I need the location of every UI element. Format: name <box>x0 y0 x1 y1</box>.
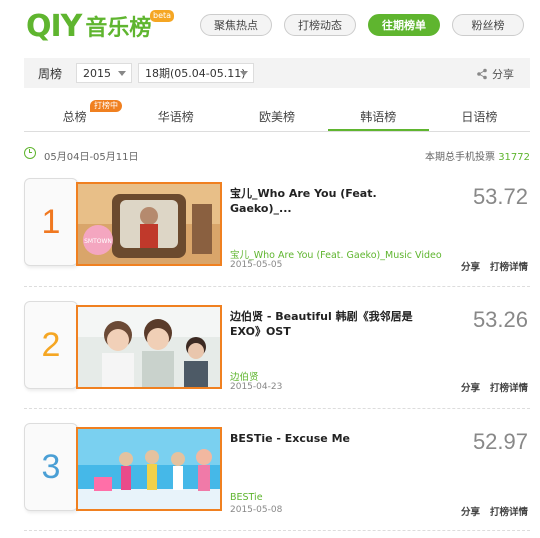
chart-entry: 1 SMTOWN 宝儿_Who Are You (Feat. Gaeko)_..… <box>24 174 530 284</box>
logo[interactable]: QIY 音乐榜 beta <box>26 8 175 44</box>
nav-past-charts[interactable]: 往期榜单 <box>368 14 440 36</box>
share-label: 分享 <box>492 68 514 81</box>
share-button[interactable]: 分享 <box>476 66 514 82</box>
release-date: 2015-04-23 <box>230 382 283 392</box>
chart-tabs: 总榜 打榜中 华语榜 欧美榜 韩语榜 日语榜 <box>24 100 530 132</box>
nav-focus-hotspot[interactable]: 聚焦热点 <box>200 14 272 36</box>
chart-entry: 3 BESTie - Excuse Me BESTie 2015-05-08 5… <box>24 419 530 529</box>
tab-japanese[interactable]: 日语榜 <box>429 104 530 131</box>
weekly-chart-label: 周榜 <box>38 66 63 81</box>
divider <box>24 408 530 409</box>
tab-label: 总榜 <box>62 110 87 124</box>
score: 53.72 <box>472 184 528 209</box>
release-date: 2015-05-08 <box>230 505 283 515</box>
chevron-down-icon <box>240 71 249 76</box>
share-button[interactable]: 分享 <box>461 504 480 518</box>
thumbnail-image <box>78 307 220 387</box>
thumbnail-image <box>78 429 220 509</box>
tab-overall[interactable]: 总榜 打榜中 <box>24 100 125 131</box>
period-value: 18期(05.04-05.11) <box>145 67 246 80</box>
tab-label: 日语榜 <box>461 110 498 124</box>
divider <box>24 286 530 287</box>
share-icon <box>477 68 487 80</box>
chart-detail-button[interactable]: 打榜详情 <box>490 504 528 518</box>
entry-actions: 分享 打榜详情 <box>461 504 528 518</box>
logo-text: 音乐榜 <box>85 16 152 41</box>
nav-fan-chart[interactable]: 粉丝榜 <box>452 14 524 36</box>
tab-chinese[interactable]: 华语榜 <box>125 104 226 131</box>
logo-mark: QIY <box>26 8 82 44</box>
top-nav: 聚焦热点 打榜动态 往期榜单 粉丝榜 <box>200 14 524 36</box>
song-title[interactable]: 边伯贤 - Beautiful 韩剧《我邻居是EXO》OST <box>230 309 430 339</box>
chevron-down-icon <box>118 71 127 76</box>
date-range: 05月04日-05月11日 <box>44 152 139 163</box>
clock-icon <box>24 147 36 159</box>
chart-detail-button[interactable]: 打榜详情 <box>490 380 528 394</box>
entry-actions: 分享 打榜详情 <box>461 380 528 394</box>
song-artist[interactable]: BESTie <box>230 492 263 503</box>
year-select[interactable]: 2015 <box>76 63 133 83</box>
rank-number: 3 <box>24 423 78 511</box>
votes-label: 本期总手机投票 <box>425 152 495 163</box>
chart-entry: 2 边伯贤 - Beautiful 韩剧《我邻居是EXO》OST 边伯贤 201… <box>24 297 530 407</box>
divider <box>24 530 530 531</box>
song-title[interactable]: 宝儿_Who Are You (Feat. Gaeko)_... <box>230 186 430 216</box>
tab-label: 欧美榜 <box>259 110 296 124</box>
share-button[interactable]: 分享 <box>461 259 480 273</box>
song-title[interactable]: BESTie - Excuse Me <box>230 431 430 446</box>
rank-number: 2 <box>24 301 78 389</box>
tab-western[interactable]: 欧美榜 <box>226 104 327 131</box>
total-votes: 本期总手机投票 31772 <box>425 148 530 163</box>
period-select[interactable]: 18期(05.04-05.11) <box>138 63 255 83</box>
thumbnail-image: SMTOWN <box>78 184 220 264</box>
nav-chart-activity[interactable]: 打榜动态 <box>284 14 356 36</box>
voting-badge: 打榜中 <box>90 100 122 112</box>
tab-label: 韩语榜 <box>360 110 397 124</box>
chart-info: 05月04日-05月11日 本期总手机投票 31772 <box>24 146 530 163</box>
year-value: 2015 <box>83 66 112 80</box>
votes-value: 31772 <box>498 152 530 163</box>
video-thumbnail[interactable] <box>76 427 222 511</box>
svg-text:SMTOWN: SMTOWN <box>84 238 112 245</box>
song-artist[interactable]: 宝儿_Who Are You (Feat. Gaeko)_Music Video <box>230 247 442 261</box>
song-artist[interactable]: 边伯贤 <box>230 369 259 383</box>
score: 53.26 <box>472 307 528 332</box>
rank-number: 1 <box>24 178 78 266</box>
score: 52.97 <box>472 429 528 454</box>
chart-detail-button[interactable]: 打榜详情 <box>490 259 528 273</box>
tab-korean[interactable]: 韩语榜 <box>327 104 429 131</box>
release-date: 2015-05-05 <box>230 260 283 270</box>
filter-bar: 周榜 2015 18期(05.04-05.11) 分享 <box>24 58 530 88</box>
video-thumbnail[interactable]: SMTOWN <box>76 182 222 266</box>
video-thumbnail[interactable] <box>76 305 222 389</box>
beta-badge: beta <box>150 10 175 22</box>
entry-actions: 分享 打榜详情 <box>461 259 528 273</box>
tab-label: 华语榜 <box>157 110 194 124</box>
share-button[interactable]: 分享 <box>461 380 480 394</box>
